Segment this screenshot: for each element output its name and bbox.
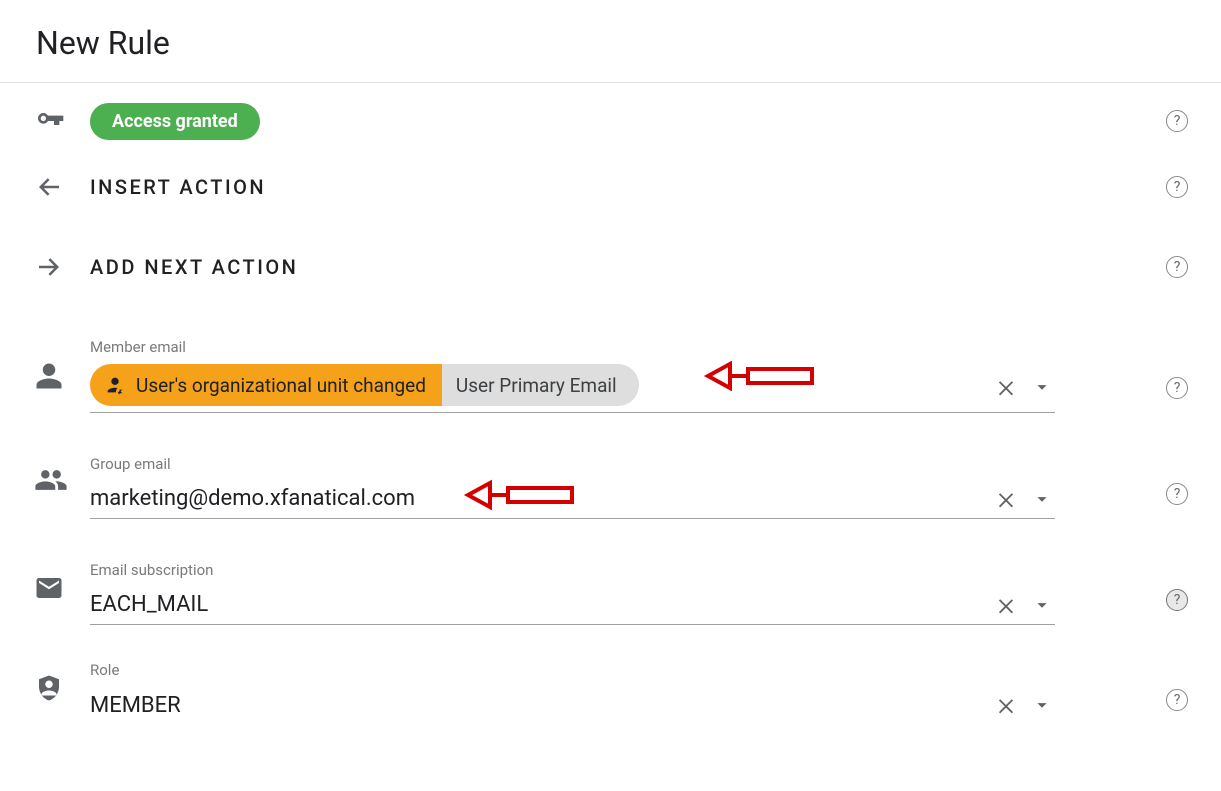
member-email-chips: User's organizational unit changed User … — [90, 364, 639, 406]
email-subscription-actions — [995, 594, 1055, 616]
shield-icon — [34, 673, 90, 703]
group-email-label: Group email — [90, 455, 1055, 473]
role-input[interactable]: MEMBER — [90, 685, 1055, 725]
chip-orange-label: User's organizational unit changed — [136, 374, 426, 397]
role-actions — [995, 694, 1055, 716]
member-email-field: Member email User's organizational unit … — [90, 338, 1055, 413]
dialog-body: Access granted ? INSERT ACTION ? — [0, 83, 1221, 791]
dialog-header: New Rule — [0, 0, 1221, 83]
row-group-email: Group email marketing@demo.xfanatical.co… — [0, 417, 1221, 523]
role-label: Role — [90, 661, 1055, 679]
row-access: Access granted ? — [0, 83, 1221, 147]
chevron-down-icon[interactable] — [1031, 376, 1053, 398]
dialog-title: New Rule — [36, 24, 1185, 62]
role-content: Role MEMBER — [90, 661, 1157, 725]
mail-icon — [34, 573, 90, 603]
email-subscription-value: EACH_MAIL — [90, 588, 995, 621]
member-email-input[interactable]: User's organizational unit changed User … — [90, 362, 1055, 413]
row-add-next-action: ADD NEXT ACTION ? — [0, 227, 1221, 307]
access-granted-chip: Access granted — [90, 103, 260, 140]
email-subscription-field: Email subscription EACH_MAIL — [90, 561, 1055, 625]
role-value: MEMBER — [90, 689, 995, 722]
help-member-email[interactable]: ? — [1157, 377, 1197, 399]
clear-icon[interactable] — [995, 694, 1017, 716]
group-email-actions — [995, 488, 1055, 510]
add-next-action-title[interactable]: ADD NEXT ACTION — [90, 255, 1157, 279]
help-role[interactable]: ? — [1157, 689, 1197, 711]
help-group-email[interactable]: ? — [1157, 483, 1197, 505]
row-insert-action: INSERT ACTION ? — [0, 147, 1221, 227]
arrow-left-icon — [34, 172, 90, 202]
scroll-spacer — [0, 729, 1221, 791]
chevron-down-icon[interactable] — [1031, 488, 1053, 510]
chip-user-primary-email[interactable]: User Primary Email — [442, 364, 639, 406]
clear-icon[interactable] — [995, 488, 1017, 510]
help-email-subscription[interactable]: ? — [1157, 589, 1197, 611]
email-subscription-input[interactable]: EACH_MAIL — [90, 585, 1055, 625]
group-email-content: Group email marketing@demo.xfanatical.co… — [90, 455, 1157, 519]
clear-icon[interactable] — [995, 594, 1017, 616]
member-email-content: Member email User's organizational unit … — [90, 338, 1157, 413]
annotation-arrow-1 — [700, 354, 820, 398]
person-move-icon — [104, 374, 126, 396]
row-role: Role MEMBER — [0, 629, 1221, 729]
section-label: ADD NEXT ACTION — [90, 255, 298, 279]
role-field: Role MEMBER — [90, 661, 1055, 725]
chip-org-unit-changed[interactable]: User's organizational unit changed — [90, 364, 442, 406]
help-add-next-action[interactable]: ? — [1157, 256, 1197, 278]
member-email-actions — [995, 376, 1055, 398]
section-label: INSERT ACTION — [90, 175, 266, 199]
chevron-down-icon[interactable] — [1031, 694, 1053, 716]
person-icon — [34, 361, 90, 391]
new-rule-dialog: New Rule Access granted ? INSERT ACTIO — [0, 0, 1221, 791]
group-email-input[interactable]: marketing@demo.xfanatical.com — [90, 479, 1055, 519]
group-icon — [34, 463, 90, 497]
group-email-value: marketing@demo.xfanatical.com — [90, 482, 995, 515]
chip-grey-label: User Primary Email — [456, 374, 617, 397]
group-email-field: Group email marketing@demo.xfanatical.co… — [90, 455, 1055, 519]
help-insert-action[interactable]: ? — [1157, 176, 1197, 198]
scroll-area[interactable]: Access granted ? INSERT ACTION ? — [0, 83, 1221, 791]
key-icon — [34, 105, 90, 137]
email-subscription-content: Email subscription EACH_MAIL — [90, 561, 1157, 625]
arrow-right-icon — [34, 252, 90, 282]
clear-icon[interactable] — [995, 376, 1017, 398]
member-email-label: Member email — [90, 338, 1055, 356]
insert-action-title[interactable]: INSERT ACTION — [90, 175, 1157, 199]
email-subscription-label: Email subscription — [90, 561, 1055, 579]
row-email-subscription: Email subscription EACH_MAIL — [0, 523, 1221, 629]
help-access[interactable]: ? — [1157, 110, 1197, 132]
row-access-content: Access granted — [90, 103, 1157, 140]
row-member-email: Member email User's organizational unit … — [0, 307, 1221, 417]
chevron-down-icon[interactable] — [1031, 594, 1053, 616]
